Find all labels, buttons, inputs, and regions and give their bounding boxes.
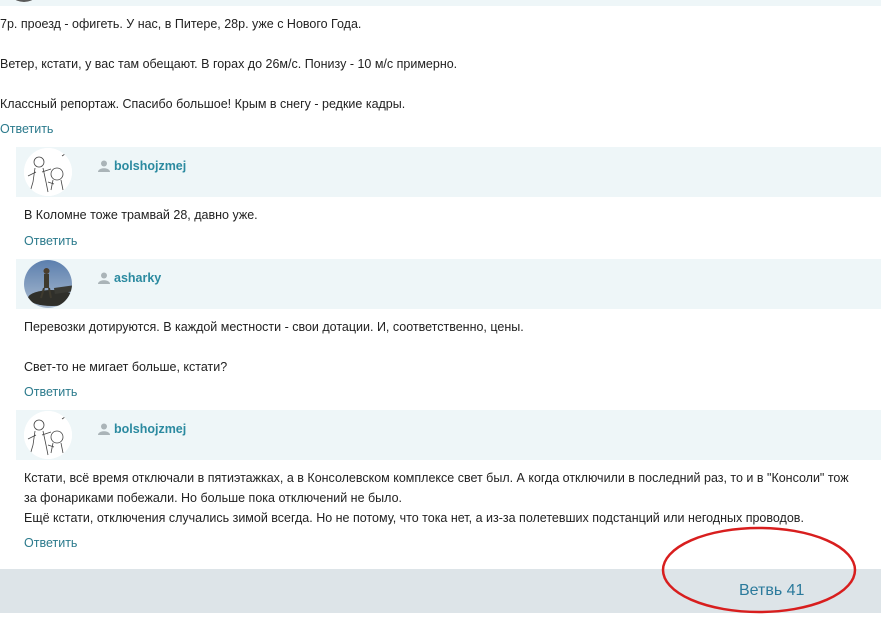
comment-text: Ветер, кстати, у вас там обещают. В гора… — [0, 57, 458, 71]
user-icon — [98, 423, 110, 435]
reply-link[interactable]: Ответить — [24, 385, 77, 399]
avatar[interactable] — [24, 411, 72, 459]
comment-text: Кстати, всё время отключали в пятиэтажка… — [24, 471, 849, 485]
comment-text: 7р. проезд - офигеть. У нас, в Питере, 2… — [0, 17, 362, 31]
comment-text: Свет-то не мигает больше, кстати? — [24, 360, 228, 374]
avatar[interactable] — [24, 148, 72, 196]
sketch-avatar-image — [24, 411, 72, 459]
comment-text: Ещё кстати, отключения случались зимой в… — [24, 511, 804, 525]
sketch-avatar-image — [24, 148, 72, 196]
reply-link[interactable]: Ответить — [24, 536, 77, 550]
username[interactable]: bolshojzmej — [114, 159, 186, 173]
photo-avatar-image — [24, 260, 72, 308]
branch-link[interactable]: Ветвь 41 — [739, 582, 804, 600]
comment-text: Перевозки дотируются. В каждой местности… — [24, 320, 524, 334]
comment-header: bolshojzmej — [16, 410, 881, 460]
comment-header: asharky — [16, 259, 881, 309]
username-link[interactable]: asharky — [98, 270, 161, 286]
username[interactable]: asharky — [114, 271, 161, 285]
comment-text: за фонариками побежали. Но больше пока о… — [24, 491, 402, 505]
reply-link[interactable]: Ответить — [24, 234, 77, 248]
avatar[interactable] — [24, 260, 72, 308]
comment-text: Классный репортаж. Спасибо большое! Крым… — [0, 97, 406, 111]
username-link[interactable]: bolshojzmej — [98, 421, 186, 437]
comment-text: В Коломне тоже трамвай 28, давно уже. — [24, 208, 258, 222]
comment-header: bolshojzmej — [16, 147, 881, 197]
username[interactable]: bolshojzmej — [114, 422, 186, 436]
username-link[interactable]: bolshojzmej — [98, 158, 186, 174]
user-icon — [98, 160, 110, 172]
reply-link[interactable]: Ответить — [0, 122, 53, 136]
user-icon — [98, 272, 110, 284]
previous-comment-header — [0, 0, 881, 6]
